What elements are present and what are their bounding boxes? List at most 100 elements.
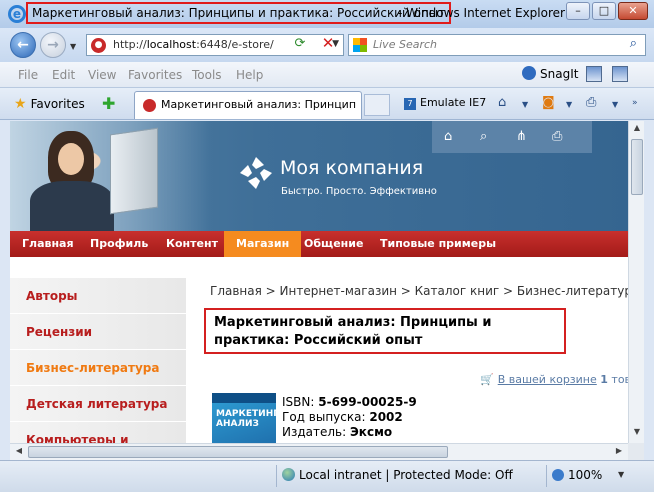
sidebar-item-computers[interactable]: Компьютеры и bbox=[10, 422, 186, 443]
site-banner: ⌂ ⌕ ⋔ ⎙ Моя компания Быстро. Просто. Эфф… bbox=[10, 121, 628, 231]
nav-examples[interactable]: Типовые примеры bbox=[380, 231, 496, 257]
site-map-icon[interactable]: ⋔ bbox=[516, 129, 527, 144]
publisher-value: Эксмо bbox=[350, 425, 393, 439]
refresh-icon[interactable]: ⟳ bbox=[290, 36, 310, 54]
scroll-right-icon[interactable]: ▶ bbox=[612, 446, 626, 458]
more-tools-icon[interactable]: » bbox=[632, 98, 638, 108]
print-dropdown-icon[interactable]: ▼ bbox=[612, 100, 618, 109]
status-separator bbox=[546, 465, 547, 487]
vertical-scrollbar[interactable]: ▲ ▼ bbox=[628, 121, 644, 443]
isbn-value: 5-699-00025-9 bbox=[318, 395, 417, 409]
banner-monitor bbox=[110, 127, 158, 215]
forward-button[interactable]: → bbox=[40, 32, 66, 58]
sidebar-item-children[interactable]: Детская литература bbox=[10, 386, 186, 422]
menu-favorites[interactable]: Favorites bbox=[128, 68, 182, 82]
print-icon[interactable]: ⎙ bbox=[586, 95, 596, 110]
snagit-button[interactable]: SnagIt bbox=[522, 66, 578, 81]
feeds-icon[interactable]: ◙ bbox=[542, 95, 555, 110]
site-search-icon[interactable]: ⌕ bbox=[480, 129, 487, 144]
scroll-left-icon[interactable]: ◀ bbox=[12, 446, 26, 458]
title-bar: e Маркетинговый анализ: Принципы и практ… bbox=[0, 0, 654, 28]
nav-content[interactable]: Контент bbox=[166, 231, 218, 257]
address-url[interactable]: http://localhost:6448/e-store/ bbox=[113, 38, 305, 51]
back-button[interactable]: ← bbox=[10, 32, 36, 58]
sidebar-item-reviews[interactable]: Рецензии bbox=[10, 314, 186, 350]
snagit-edit-icon[interactable] bbox=[612, 66, 628, 82]
emulate-ie7-icon: 7 bbox=[404, 98, 416, 110]
banner-person-face bbox=[58, 143, 84, 175]
new-tab-button[interactable] bbox=[364, 94, 390, 116]
cart-link[interactable]: 🛒 В вашей корзине 1 тов bbox=[480, 373, 628, 386]
ie-logo-icon: e bbox=[8, 5, 26, 23]
product-meta: ISBN: 5-699-00025-9 Год выпуска: 2002 Из… bbox=[282, 395, 417, 440]
horizontal-scroll-thumb[interactable] bbox=[28, 446, 448, 458]
menu-tools[interactable]: Tools bbox=[192, 68, 222, 82]
address-toolbar: ← → ▼ ● http://localhost:6448/e-store/ ▼… bbox=[0, 28, 654, 62]
book-cover[interactable]: МАРКЕТИНГОВЫЙ АНАЛИЗ bbox=[212, 393, 310, 443]
category-sidebar: Авторы Рецензии Бизнес-литература Детска… bbox=[10, 278, 186, 443]
menu-bar: File Edit View Favorites Tools Help Snag… bbox=[0, 62, 654, 88]
nav-profile[interactable]: Профиль bbox=[90, 231, 148, 257]
breadcrumb[interactable]: Главная > Интернет-магазин > Каталог кни… bbox=[210, 284, 628, 298]
company-slogan: Быстро. Просто. Эффективно bbox=[281, 186, 437, 197]
sidebar-item-business[interactable]: Бизнес-литература bbox=[10, 350, 186, 386]
window-title: Маркетинговый анализ: Принципы и практик… bbox=[26, 2, 452, 24]
tab-active[interactable]: Маркетинговый анализ: Принцип... bbox=[134, 91, 362, 119]
maximize-button[interactable]: □ bbox=[592, 2, 616, 20]
sidebar-item-authors[interactable]: Авторы bbox=[10, 278, 186, 314]
nav-home[interactable]: Главная bbox=[22, 231, 74, 257]
search-icon[interactable]: ⌕ bbox=[630, 36, 637, 51]
close-button[interactable]: ✕ bbox=[618, 2, 648, 20]
scroll-up-icon[interactable]: ▲ bbox=[631, 123, 643, 137]
history-dropdown-icon[interactable]: ▼ bbox=[70, 42, 76, 51]
menu-edit[interactable]: Edit bbox=[52, 68, 75, 82]
favorites-star-icon: ★ bbox=[14, 96, 27, 112]
menu-file[interactable]: File bbox=[18, 68, 38, 82]
live-search-logo-icon bbox=[353, 38, 367, 52]
site-nav: Главная Профиль Контент Магазин Общение … bbox=[10, 231, 628, 257]
zoom-level[interactable]: 100% bbox=[552, 468, 602, 482]
zoom-dropdown-icon[interactable]: ▼ bbox=[618, 470, 624, 479]
vertical-scroll-thumb[interactable] bbox=[631, 139, 643, 195]
cart-icon: 🛒 bbox=[480, 373, 494, 386]
nav-community[interactable]: Общение bbox=[304, 231, 363, 257]
horizontal-scrollbar[interactable]: ◀ ▶ bbox=[10, 443, 628, 460]
home-icon[interactable]: ⌂ bbox=[498, 95, 506, 110]
menu-help[interactable]: Help bbox=[236, 68, 263, 82]
stop-icon[interactable]: ✕ bbox=[318, 34, 338, 54]
scroll-corner bbox=[628, 443, 644, 460]
window-title-suffix: - Windows Internet Explorer bbox=[398, 6, 565, 20]
favorites-button[interactable]: ★ Favorites bbox=[14, 96, 85, 112]
emulate-ie7-button[interactable]: 7 Emulate IE7 bbox=[404, 96, 486, 110]
feeds-dropdown-icon[interactable]: ▼ bbox=[566, 100, 572, 109]
search-box[interactable]: Live Search ⌕ bbox=[348, 34, 646, 56]
snagit-capture-icon[interactable] bbox=[586, 66, 602, 82]
product-title: Маркетинговый анализ: Принципы и практик… bbox=[204, 308, 566, 354]
add-favorite-icon[interactable]: ✚ bbox=[102, 94, 115, 113]
intranet-zone-icon bbox=[282, 468, 295, 481]
site-home-icon[interactable]: ⌂ bbox=[444, 129, 452, 144]
site-tool-icons: ⌂ ⌕ ⋔ ⎙ bbox=[432, 121, 592, 153]
tab-favicon-icon bbox=[143, 99, 156, 112]
site-favicon-icon: ● bbox=[91, 38, 106, 53]
tab-title: Маркетинговый анализ: Принцип... bbox=[161, 98, 357, 111]
company-name[interactable]: Моя компания bbox=[280, 157, 423, 179]
year-value: 2002 bbox=[369, 410, 403, 424]
company-logo-icon bbox=[240, 157, 272, 189]
menu-view[interactable]: View bbox=[88, 68, 116, 82]
home-dropdown-icon[interactable]: ▼ bbox=[522, 100, 528, 109]
scroll-down-icon[interactable]: ▼ bbox=[631, 427, 643, 441]
nav-shop[interactable]: Магазин bbox=[224, 231, 302, 257]
security-zone[interactable]: Local intranet | Protected Mode: Off bbox=[282, 468, 513, 482]
status-separator bbox=[276, 465, 277, 487]
zoom-icon bbox=[552, 469, 564, 481]
publisher-label: Издатель: bbox=[282, 425, 347, 439]
year-label: Год выпуска: bbox=[282, 410, 366, 424]
status-bar: Local intranet | Protected Mode: Off 100… bbox=[0, 460, 654, 492]
search-input[interactable]: Live Search bbox=[373, 38, 437, 51]
page-content: ⌂ ⌕ ⋔ ⎙ Моя компания Быстро. Просто. Эфф… bbox=[10, 121, 628, 443]
tab-bar: ★ Favorites ✚ Маркетинговый анализ: Принц… bbox=[0, 88, 654, 120]
banner-person-body bbox=[30, 181, 114, 231]
site-print-icon[interactable]: ⎙ bbox=[552, 129, 562, 144]
minimize-button[interactable]: – bbox=[566, 2, 590, 20]
